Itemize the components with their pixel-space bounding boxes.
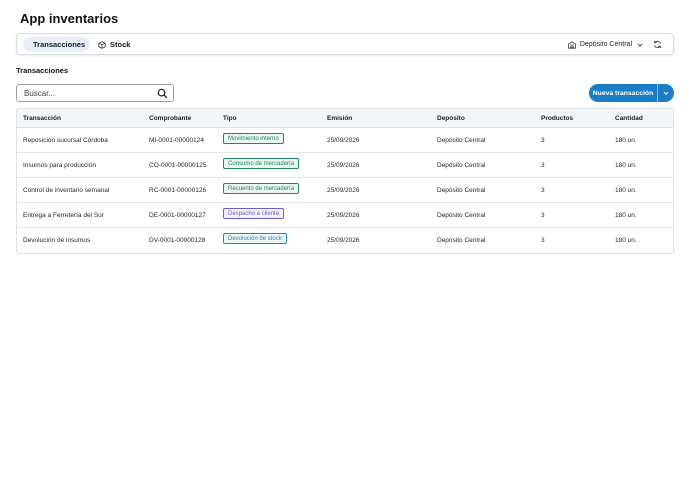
cell-comprobante: CO-0001-00000125 [149,162,207,169]
cell-emision: 25/09/2026 [327,137,360,144]
cell-cantidad: 180 un. [615,162,637,169]
cell-transaccion: Devolución de insumos [23,237,91,244]
cell-deposito: Depósito Central [437,162,486,169]
chevron-down-icon [637,43,643,47]
cell-transaccion: Entrega a Ferretería del Sur [23,212,104,219]
cell-cantidad: 180 un. [615,137,637,144]
column-header-cantidad[interactable]: Cantidad [615,115,643,122]
tab-transacciones[interactable]: Transacciones [23,37,90,52]
cell-productos: 3 [541,237,545,244]
table-row[interactable]: Insumos para producción CO-0001-00000125 2… [17,153,673,178]
cell-deposito: Depósito Central [437,237,486,244]
cell-transaccion: Control de inventario semanal [23,187,110,194]
cell-comprobante: DV-0001-00000128 [149,237,206,244]
cell-transaccion: Reposición sucursal Córdoba [23,137,108,144]
column-header-comprobante[interactable]: Comprobante [149,115,191,122]
type-badge: Movimiento interno [223,133,284,144]
cell-transaccion: Insumos para producción [23,162,96,169]
top-navbar: Transacciones Stock Depósito Central [16,33,674,55]
column-header-tipo[interactable]: Tipo [223,115,237,122]
warehouse-icon [568,40,576,49]
cell-emision: 25/09/2026 [327,212,360,219]
refresh-button[interactable] [651,38,663,50]
search-input[interactable] [24,88,152,99]
cell-deposito: Depósito Central [437,187,486,194]
cell-productos: 3 [541,162,545,169]
cell-cantidad: 180 un. [615,187,637,194]
transactions-table: Transacción Comprobante Tipo Emisión Dep… [16,108,674,254]
app-title: App inventarios [20,11,119,26]
table-row[interactable]: Entrega a Ferretería del Sur DE-0001-0000… [17,203,673,228]
tab-label: Transacciones [33,40,86,49]
table-header: Transacción Comprobante Tipo Emisión Dep… [17,109,673,128]
section-title: Transacciones [16,66,69,75]
type-badge: Consumo de mercadería [223,158,300,169]
cell-emision: 25/09/2026 [327,187,360,194]
column-header-productos[interactable]: Productos [541,115,573,122]
deposit-selector[interactable]: Depósito Central [568,37,643,52]
tab-stock[interactable]: Stock [92,37,136,52]
tab-label: Stock [110,40,131,49]
type-badge: Recuento de mercadería [223,183,300,194]
cell-productos: 3 [541,187,545,194]
column-header-deposito[interactable]: Depósito [437,115,465,122]
column-header-emision[interactable]: Emisión [327,115,352,122]
table-body: Reposición sucursal Córdoba MI-0001-00000… [17,128,673,253]
search-icon[interactable] [157,88,168,99]
cell-comprobante: MI-0001-00000124 [149,137,204,144]
cell-emision: 25/09/2026 [327,162,360,169]
cell-cantidad: 180 un. [615,237,637,244]
column-header-transaccion[interactable]: Transacción [23,115,61,122]
cell-productos: 3 [541,212,545,219]
search-field [16,84,174,102]
box-icon [98,40,106,49]
cell-productos: 3 [541,137,545,144]
deposit-selector-value: Depósito Central [579,41,632,48]
cell-deposito: Depósito Central [437,212,486,219]
new-transaction-split-button: Nueva transacción [589,84,674,102]
cell-emision: 25/09/2026 [327,237,360,244]
cell-cantidad: 180 un. [615,212,637,219]
chevron-down-icon [663,91,669,95]
cell-comprobante: DE-0001-00000127 [149,212,206,219]
new-transaction-menu-button[interactable] [658,90,674,96]
refresh-icon [653,40,661,48]
table-row[interactable]: Reposición sucursal Córdoba MI-0001-00000… [17,128,673,153]
type-badge: Despacho a cliente [223,208,285,219]
table-row[interactable]: Control de inventario semanal RC-0001-000… [17,178,673,203]
type-badge: Devolución de stock [223,233,287,244]
table-row[interactable]: Devolución de insumos DV-0001-00000128 25/… [17,228,673,253]
cell-comprobante: RC-0001-00000126 [149,187,207,194]
cell-deposito: Depósito Central [437,137,486,144]
new-transaction-button[interactable]: Nueva transacción [589,90,657,97]
